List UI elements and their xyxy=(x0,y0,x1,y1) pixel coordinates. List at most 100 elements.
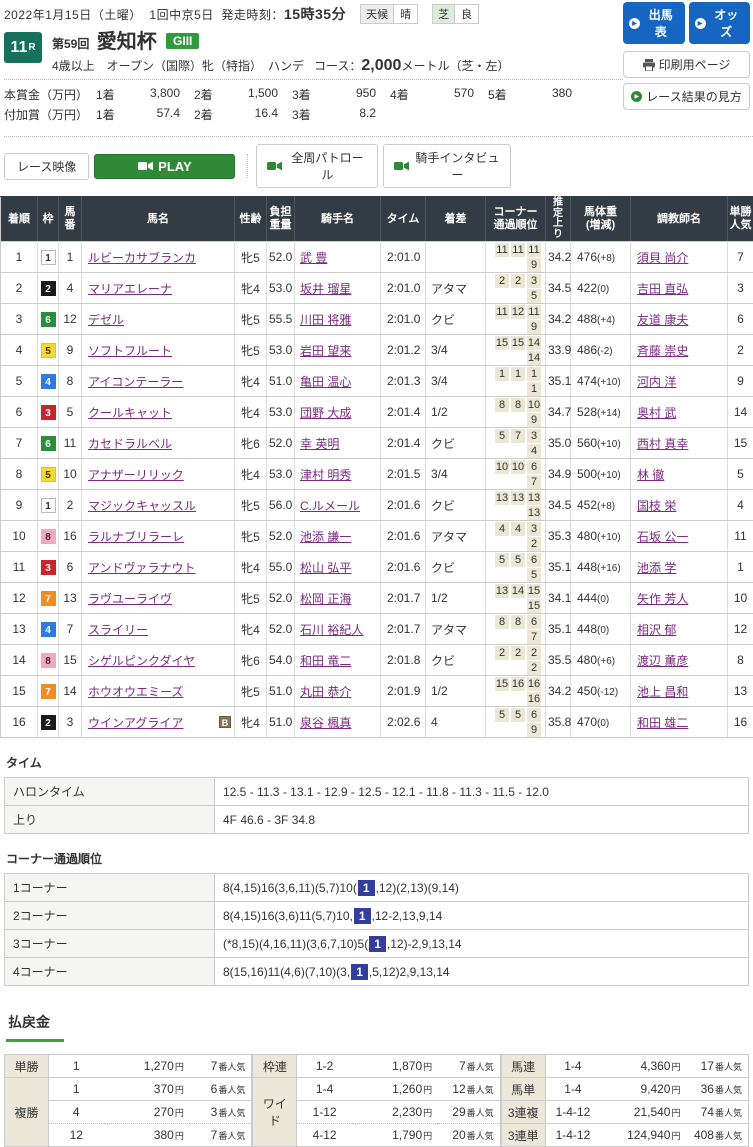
fukusho-combo: 1 xyxy=(49,1078,104,1101)
jockey-cell: 松山 弘平 xyxy=(295,552,381,583)
horse-name-link[interactable]: マジックキャッスル xyxy=(88,499,196,513)
jockey-link[interactable]: 津村 明秀 xyxy=(300,468,351,482)
trainer-link[interactable]: 吉田 直弘 xyxy=(637,282,688,296)
video-camera-icon xyxy=(394,161,409,171)
body-weight-diff: (-2) xyxy=(597,346,613,357)
margin: アタマ xyxy=(426,273,486,304)
jockey-link[interactable]: 亀田 温心 xyxy=(300,375,351,389)
jockey-link[interactable]: 団野 大成 xyxy=(300,406,351,420)
corner-4-position: 2 xyxy=(527,661,541,675)
jockey-link[interactable]: 石川 裕紀人 xyxy=(300,623,363,637)
horse-name-link[interactable]: クールキャット xyxy=(88,406,172,420)
time-table: ハロンタイム 12.5 - 11.3 - 13.1 - 12.9 - 12.5 … xyxy=(4,777,749,834)
horse-name-link[interactable]: アナザーリリック xyxy=(88,468,184,482)
body-weight-cell: 422(0) xyxy=(571,273,631,304)
horse-name-link[interactable]: アンドヴァラナウト xyxy=(88,561,196,575)
trainer-link[interactable]: 渡辺 薫彦 xyxy=(637,654,688,668)
trainer-link[interactable]: 奥村 武 xyxy=(637,406,676,420)
horse-name-link[interactable]: マリアエレーナ xyxy=(88,282,172,296)
horse-name-link[interactable]: ラヴユーライヴ xyxy=(88,592,172,606)
result-guide-button[interactable]: ▶ レース結果の見方 xyxy=(623,83,750,110)
odds-button[interactable]: ▶ オッズ xyxy=(689,2,751,44)
sex-age: 牝5 xyxy=(235,490,267,521)
estimated-agari: 35.1 xyxy=(546,366,571,397)
horse-name-link[interactable]: スライリー xyxy=(88,623,148,637)
horse-name-link[interactable]: デゼル xyxy=(88,313,124,327)
umaren-row: 馬連 1-4 4,360円 17番人気 xyxy=(501,1055,748,1078)
race-video-button[interactable]: レース映像 xyxy=(4,153,89,180)
col-frame: 枠 xyxy=(38,197,59,242)
sex-age: 牝4 xyxy=(235,366,267,397)
horse-name-link[interactable]: ルビーカサブランカ xyxy=(88,251,196,265)
corner-order-cell: 1111119 xyxy=(486,242,546,273)
weather-label: 天候 xyxy=(361,5,394,23)
trainer-link[interactable]: 斉藤 崇史 xyxy=(637,344,688,358)
col-margin: 着差 xyxy=(426,197,486,242)
trainer-link[interactable]: 須貝 尚介 xyxy=(637,251,688,265)
trainer-link[interactable]: 国枝 栄 xyxy=(637,499,676,513)
corner-order-cell: 4432 xyxy=(486,521,546,552)
horse-name-cell: スライリー xyxy=(82,614,235,645)
trainer-link[interactable]: 矢作 芳人 xyxy=(637,592,688,606)
wide-amount: 1,260円 xyxy=(352,1078,438,1101)
body-weight: 500 xyxy=(577,467,597,481)
divider xyxy=(4,79,623,80)
shutsuba-button[interactable]: ▶ 出馬表 xyxy=(623,2,685,44)
corner-1-position: 15 xyxy=(495,677,509,691)
trainer-link[interactable]: 林 徹 xyxy=(637,468,664,482)
jockey-link[interactable]: 松山 弘平 xyxy=(300,561,351,575)
carried-weight: 53.0 xyxy=(267,397,295,428)
trainer-link[interactable]: 河内 洋 xyxy=(637,375,676,389)
jockey-link[interactable]: 川田 将雅 xyxy=(300,313,351,327)
frame-badge: 4 xyxy=(41,622,56,637)
corner-2-position: 1 xyxy=(511,367,525,381)
trainer-link[interactable]: 西村 真幸 xyxy=(637,437,688,451)
jockey-interview-button[interactable]: 騎手インタビュー xyxy=(383,144,511,188)
trainer-link[interactable]: 和田 雄二 xyxy=(637,716,688,730)
trainer-link[interactable]: 友道 康夫 xyxy=(637,313,688,327)
jockey-link[interactable]: 坂井 瑠星 xyxy=(300,282,351,296)
horse-number: 12 xyxy=(59,304,82,335)
jockey-link[interactable]: 池添 謙一 xyxy=(300,530,351,544)
trainer-link[interactable]: 池添 学 xyxy=(637,561,676,575)
print-page-button[interactable]: 印刷用ページ xyxy=(623,51,750,78)
horse-name-cell: ラルナブリラーレ xyxy=(82,521,235,552)
jockey-link[interactable]: 岩田 望来 xyxy=(300,344,351,358)
patrol-video-button[interactable]: 全周パトロール xyxy=(256,144,378,188)
col-win-popularity: 単勝 人気 xyxy=(728,197,753,242)
corner-3-position: 1 xyxy=(527,367,541,381)
jockey-link[interactable]: C.ルメール xyxy=(300,499,360,513)
trainer-link[interactable]: 相沢 郁 xyxy=(637,623,676,637)
jockey-link[interactable]: 松岡 正海 xyxy=(300,592,351,606)
jockey-link[interactable]: 泉谷 楓真 xyxy=(300,716,351,730)
corner-2-order: 8(4,15)16(3,6)11(5,7)10,1,12-2,13,9,14 xyxy=(215,902,749,930)
horse-name-link[interactable]: カセドラルベル xyxy=(88,437,172,451)
jockey-link[interactable]: 和田 竜二 xyxy=(300,654,351,668)
jockey-cell: 亀田 温心 xyxy=(295,366,381,397)
horse-name-link[interactable]: ウインアグライア xyxy=(88,716,183,730)
horse-name-link[interactable]: アイコンテーラー xyxy=(88,375,183,389)
horse-name-link[interactable]: ソフトフルート xyxy=(88,344,172,358)
tansho-combo: 1 xyxy=(49,1055,104,1078)
jockey-link[interactable]: 丸田 恭介 xyxy=(300,685,351,699)
agari-label: 上り xyxy=(5,806,215,834)
race-result-page: ▶ 出馬表 ▶ オッズ 印刷用ページ ▶ レース結果の見方 2022年1月15日… xyxy=(0,0,753,1147)
horse-name-link[interactable]: ホウオウエミーズ xyxy=(88,685,183,699)
finish-position: 11 xyxy=(1,552,38,583)
jockey-link[interactable]: 武 豊 xyxy=(300,251,327,265)
horse-name-link[interactable]: ラルナブリラーレ xyxy=(88,530,184,544)
video-button-bar: レース映像 PLAY 全周パトロール 騎手インタビュー xyxy=(0,141,753,196)
corner-4-position: 2 xyxy=(527,537,541,551)
umaren-popularity: 17番人気 xyxy=(686,1055,748,1078)
jockey-link[interactable]: 幸 英明 xyxy=(300,437,339,451)
fukusho-combo: 4 xyxy=(49,1101,104,1124)
sex-age: 牝6 xyxy=(235,645,267,676)
play-button[interactable]: PLAY xyxy=(94,154,235,179)
trainer-link[interactable]: 池上 昌和 xyxy=(637,685,688,699)
trainer-link[interactable]: 石坂 公一 xyxy=(637,530,688,544)
payout-tables: 単勝 1 1,270円 7番人気 複勝 1 370円 6番人気 4 270円 3… xyxy=(0,1054,753,1147)
horse-name-link[interactable]: シゲルピンクダイヤ xyxy=(88,654,195,668)
winner-highlight: 1 xyxy=(351,964,368,980)
horse-number: 3 xyxy=(59,707,82,738)
margin: 3/4 xyxy=(426,366,486,397)
